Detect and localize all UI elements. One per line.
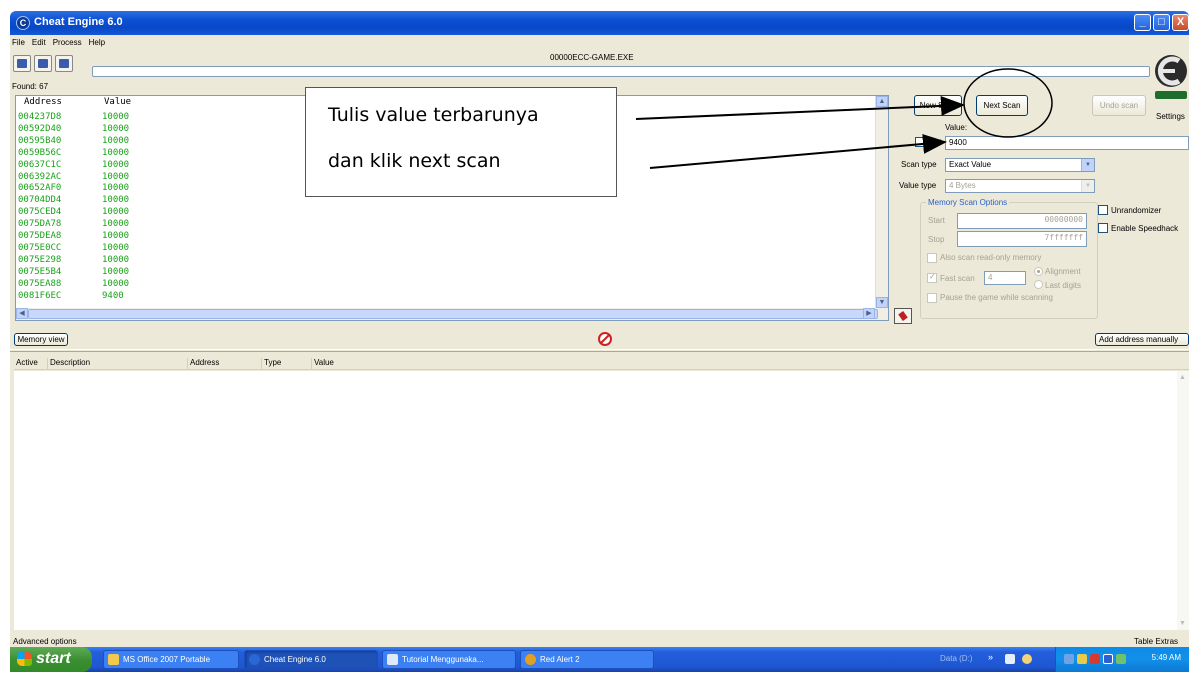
task-tutorial[interactable]: Tutorial Menggunaka... bbox=[382, 650, 516, 669]
taskbar: start MS Office 2007 Portable Cheat Engi… bbox=[10, 647, 1189, 672]
volume-icon[interactable] bbox=[1077, 654, 1087, 664]
task-ms-office[interactable]: MS Office 2007 Portable bbox=[103, 650, 239, 669]
folder-icon bbox=[108, 654, 119, 665]
task-label: Cheat Engine 6.0 bbox=[264, 655, 326, 664]
tray-app-icon[interactable] bbox=[1116, 654, 1126, 664]
red-alert-icon bbox=[525, 654, 536, 665]
help-icon[interactable] bbox=[1022, 654, 1032, 664]
arrow-to-next-scan bbox=[635, 95, 965, 120]
start-button[interactable]: start bbox=[10, 647, 92, 672]
network-icon[interactable] bbox=[1064, 654, 1074, 664]
document-icon bbox=[387, 654, 398, 665]
system-tray: 5:49 AM bbox=[1055, 647, 1189, 672]
antivirus-icon[interactable] bbox=[1090, 654, 1100, 664]
toolbar-expand-icon[interactable]: » bbox=[988, 652, 993, 662]
quicklaunch-icon[interactable] bbox=[1005, 654, 1015, 664]
task-label: MS Office 2007 Portable bbox=[123, 655, 211, 664]
drive-toolbar-label[interactable]: Data (D:) bbox=[940, 654, 972, 663]
task-red-alert[interactable]: Red Alert 2 bbox=[520, 650, 654, 669]
bluetooth-icon[interactable] bbox=[1103, 654, 1113, 664]
windows-logo-icon bbox=[17, 652, 32, 666]
task-label: Red Alert 2 bbox=[540, 655, 580, 664]
highlight-circle bbox=[963, 68, 1053, 138]
clock: 5:49 AM bbox=[1151, 653, 1181, 662]
task-cheat-engine[interactable]: Cheat Engine 6.0 bbox=[244, 650, 378, 669]
task-label: Tutorial Menggunaka... bbox=[402, 655, 484, 664]
cheat-engine-icon bbox=[249, 654, 260, 665]
start-label: start bbox=[36, 650, 71, 667]
annotation-arrows bbox=[635, 68, 1053, 169]
arrow-to-value-input bbox=[649, 133, 947, 169]
